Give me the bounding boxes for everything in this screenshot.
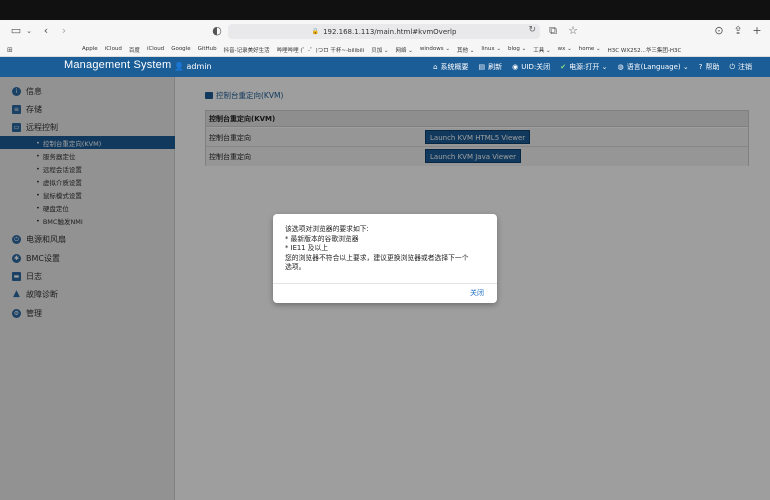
bookmark-item[interactable]: linux ⌄ — [481, 46, 501, 54]
power-icon: ✔ — [560, 63, 567, 71]
header-nav-label: 语言(Language) ⌄ — [626, 63, 689, 71]
header-nav-label: UID:关闭 — [521, 63, 551, 71]
bookmark-item[interactable]: 其他 ⌄ — [457, 46, 474, 54]
dialog-line: 该选项对浏览器的要求如下: — [285, 225, 369, 233]
globe-icon: ◍ — [617, 63, 624, 71]
user-name: admin — [186, 62, 212, 71]
dialog-divider — [273, 283, 497, 284]
chevron-down-icon[interactable]: ⌄ — [23, 25, 35, 37]
bookmark-item[interactable]: windows ⌄ — [420, 46, 450, 54]
bookmark-item[interactable]: 工具 ⌄ — [533, 46, 550, 54]
bookmark-item[interactable]: 抖音-记录美好生活 — [224, 46, 270, 54]
user-icon: 👤 — [174, 62, 184, 71]
star-icon[interactable]: ☆ — [567, 25, 579, 37]
url-text: 192.168.1.113/main.html#kvmOverlp — [323, 27, 457, 36]
bookmark-item[interactable]: blog ⌄ — [508, 46, 526, 54]
bookmark-item[interactable]: iCloud — [105, 46, 122, 54]
home-icon: ⌂ — [433, 63, 438, 71]
grid-icon[interactable]: ⊞ — [7, 46, 13, 54]
bookmark-item[interactable]: Apple — [82, 46, 98, 54]
close-button[interactable]: 关闭 — [470, 288, 484, 298]
dialog-line: * 最新版本的谷歌浏览器 — [285, 234, 359, 243]
new-tab-icon[interactable]: + — [751, 25, 763, 37]
app-header: Management System 👤 admin ⌂ 系统概要 ▤ 刷新 ◉ UID:关… — [0, 57, 770, 77]
bookmark-item[interactable]: GitHub — [198, 46, 217, 54]
bookmark-item[interactable]: home ⌄ — [579, 46, 601, 54]
forward-icon[interactable]: › — [58, 25, 70, 37]
bookmark-item[interactable]: 哔哩哔哩 (゜-゜)つロ 干杯~-bilibili — [277, 46, 365, 54]
help-icon: ? — [698, 63, 703, 71]
lock-icon: 🔒 — [311, 28, 320, 35]
dialog-message: 该选项对浏览器的要求如下: * 最新版本的谷歌浏览器 * IE11 及以上 您的… — [285, 225, 490, 273]
header-nav-label: 电源:打开 ⌄ — [569, 63, 608, 71]
bookmark-item[interactable]: 网络 ⌄ — [396, 46, 413, 54]
back-icon[interactable]: ‹ — [40, 25, 52, 37]
system-top-bar — [0, 0, 770, 20]
sidebar-toggle-icon[interactable]: ▭ — [10, 25, 22, 37]
header-nav-label: 注销 — [738, 63, 752, 71]
dialog-line: 您的浏览器不符合以上要求，建议更换浏览器或者选择下一个 — [285, 253, 469, 262]
bookmark-item[interactable]: Google — [171, 46, 190, 54]
bookmark-item[interactable]: 百度 — [129, 46, 140, 54]
tabs-icon[interactable]: ⧉ — [547, 25, 559, 37]
browser-toolbar: ▭ ⌄ ‹ › ◐ 🔒 192.168.1.113/main.html#kvmO… — [0, 20, 770, 43]
header-nav-item[interactable]: ◉ UID:关闭 — [512, 62, 550, 72]
dialog-line: * IE11 及以上 — [285, 244, 329, 253]
reload-icon[interactable]: ↻ — [528, 25, 536, 35]
header-nav-item[interactable]: ▤ 刷新 — [479, 62, 503, 72]
browser-requirement-dialog: 该选项对浏览器的要求如下: * 最新版本的谷歌浏览器 * IE11 及以上 您的… — [273, 214, 497, 303]
share-icon[interactable]: ⇪ — [732, 25, 744, 37]
bookmark-item[interactable]: wx ⌄ — [558, 46, 572, 54]
header-nav-item[interactable]: ⌂ 系统概要 — [433, 62, 468, 72]
dialog-line: 选项。 — [285, 263, 306, 272]
header-nav-label: 系统概要 — [440, 63, 469, 71]
bookmarks-bar: ⊞ Apple iCloud 百度 iCloud Google GitHub 抖音-记录美好… — [0, 43, 770, 57]
logout-icon: ⏻ — [729, 63, 735, 71]
refresh-icon: ▤ — [478, 63, 486, 71]
header-nav-label: 刷新 — [488, 63, 503, 71]
bookmark-item[interactable]: iCloud — [147, 46, 164, 54]
header-nav-label: 帮助 — [705, 63, 720, 71]
user-indicator[interactable]: 👤 admin — [174, 62, 212, 71]
bookmark-item[interactable]: 贝加 ⌄ — [371, 46, 388, 54]
uid-icon: ◉ — [512, 63, 519, 71]
header-nav-item[interactable]: ⏻ 注销 — [729, 62, 752, 72]
download-icon[interactable]: ⊙ — [713, 25, 725, 37]
bookmark-item[interactable]: H3C WX252...华三集团-H3C — [608, 46, 682, 54]
app-title: Management System — [64, 59, 172, 71]
header-nav-item[interactable]: ? 帮助 — [699, 62, 720, 72]
header-nav-item[interactable]: ✔ 电源:打开 ⌄ — [560, 62, 607, 72]
header-nav-item[interactable]: ◍ 语言(Language) ⌄ — [618, 62, 689, 72]
shield-icon[interactable]: ◐ — [211, 25, 223, 37]
address-bar[interactable]: 🔒 192.168.1.113/main.html#kvmOverlp ↻ — [228, 24, 540, 39]
